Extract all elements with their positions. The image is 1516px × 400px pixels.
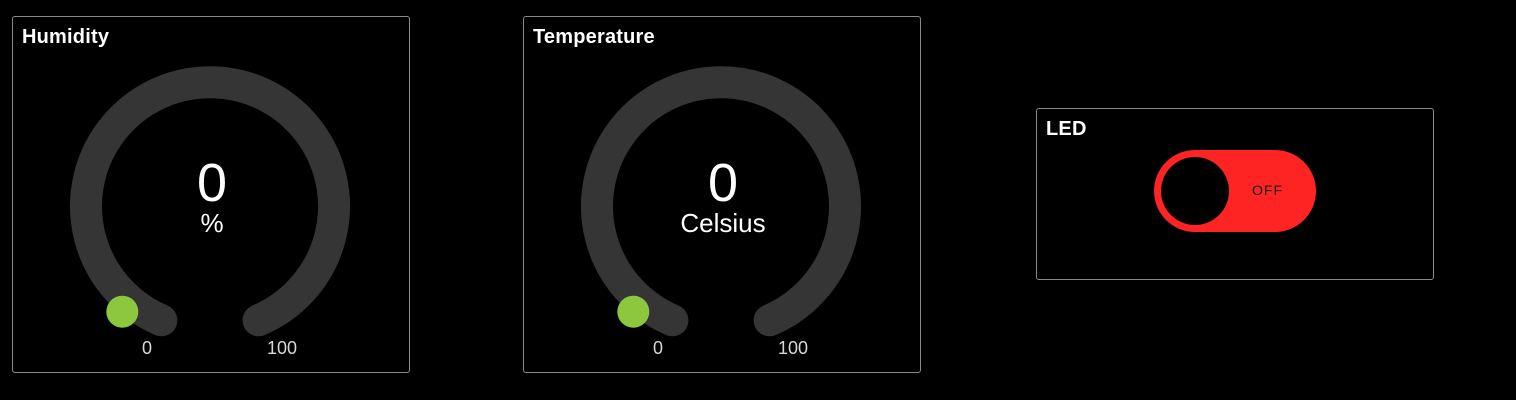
- temperature-max-label: 100: [777, 338, 809, 358]
- humidity-card: Humidity 0 % 0 100: [12, 16, 410, 373]
- humidity-min-label: 0: [141, 338, 152, 358]
- led-toggle-switch[interactable]: OFF: [1154, 150, 1316, 232]
- led-toggle-state-label: OFF: [1252, 182, 1283, 198]
- temperature-gauge-indicator: [617, 295, 650, 328]
- temperature-min-label: 0: [652, 338, 663, 358]
- led-title: LED: [1046, 118, 1087, 140]
- temperature-card: Temperature 0 Celsius 0 100: [523, 16, 921, 373]
- temperature-value: 0: [707, 153, 739, 213]
- led-toggle-knob[interactable]: [1161, 157, 1229, 225]
- humidity-unit: %: [200, 208, 224, 238]
- humidity-max-label: 100: [266, 338, 298, 358]
- temperature-unit: Celsius: [680, 208, 766, 238]
- led-card: LED OFF: [1036, 108, 1434, 280]
- humidity-value: 0: [196, 153, 228, 213]
- humidity-gauge-indicator: [106, 295, 139, 328]
